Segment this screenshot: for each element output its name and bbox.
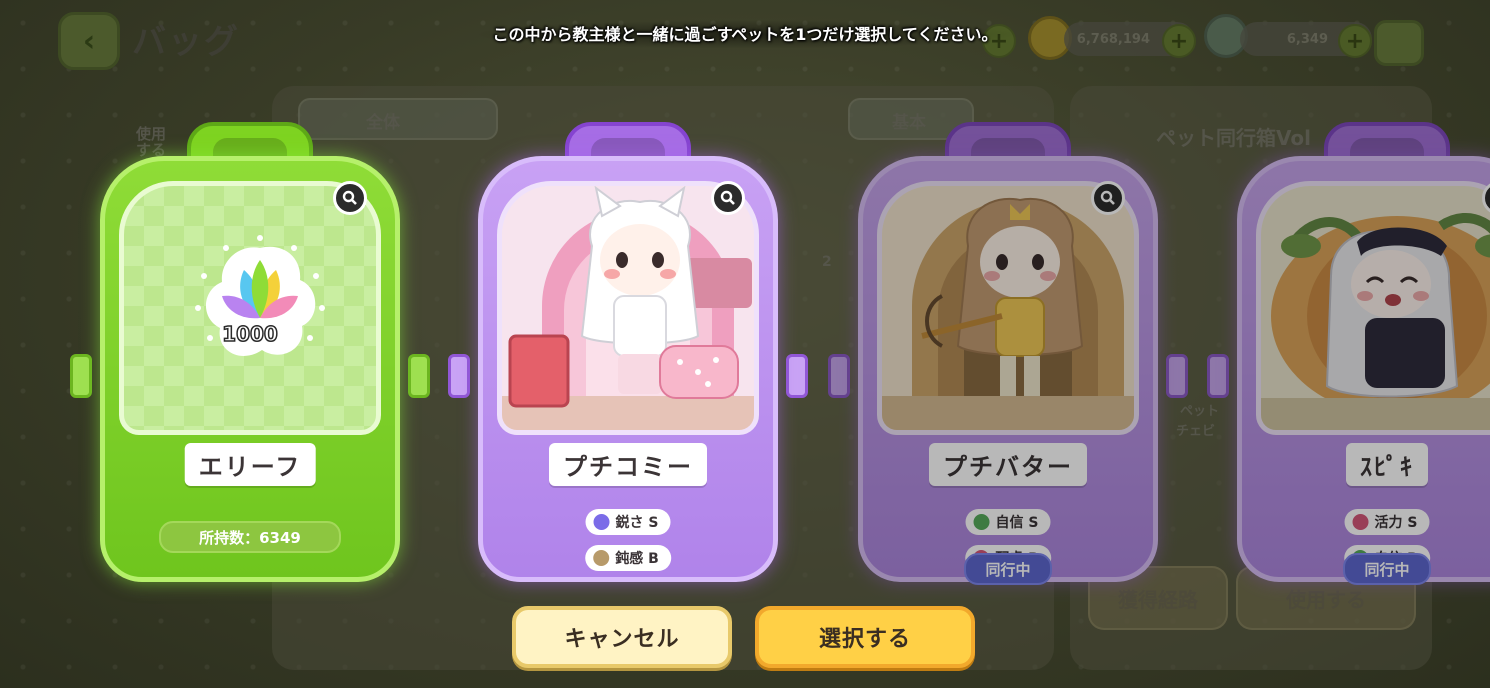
pet-name: プチバター	[929, 443, 1087, 486]
bag-clip-left	[70, 354, 92, 398]
pet-card-spiki[interactable]: ｽﾋﾟｷ 活力 S 自信 B 同行中	[1207, 122, 1490, 585]
stat-badge: 鋭さ S	[585, 509, 671, 535]
pet-window	[497, 181, 759, 435]
stat-badge: 自信 S	[965, 509, 1051, 535]
add-gold-button[interactable]: +	[1162, 24, 1196, 58]
eleaf-reward-graphic	[195, 235, 325, 356]
pet-card-eleaf[interactable]: 1000 エリーフ 所持数：6349	[70, 122, 430, 582]
zoom-button[interactable]	[711, 181, 745, 215]
pet-name: プチコミー	[549, 443, 707, 486]
vitality-icon	[1352, 514, 1369, 530]
zoom-button[interactable]	[1091, 181, 1125, 215]
add-crystal-button[interactable]: +	[1338, 24, 1372, 58]
bag-clip-right	[1166, 354, 1188, 398]
pet-name: エリーフ	[184, 443, 316, 486]
cancel-button[interactable]: キャンセル	[512, 606, 732, 668]
owned-count: 所持数：6349	[159, 521, 341, 553]
spiki-illustration	[1261, 186, 1490, 430]
page-title: バッグ	[132, 22, 240, 62]
petit-butter-illustration	[882, 186, 1134, 430]
side-text-2: チェビ	[1176, 424, 1216, 439]
bag-body: ｽﾋﾟｷ 活力 S 自信 B 同行中	[1237, 156, 1490, 585]
chevron-left-icon: ‹	[82, 23, 96, 59]
back-button[interactable]: ‹	[58, 12, 120, 70]
magnifier-icon	[720, 190, 735, 205]
bag-body: プチコミー 鋭さ S 鈍感 B	[478, 156, 778, 582]
pet-card-petit-butter[interactable]: プチバター 自信 S 配慮 B 同行中	[828, 122, 1188, 585]
reward-amount: 1000	[221, 321, 278, 347]
pet-window	[1256, 181, 1490, 435]
accompanying-badge: 同行中	[964, 553, 1052, 585]
petit-comi-illustration	[502, 186, 754, 430]
bag-clip-left	[448, 354, 470, 398]
bag-clip-left	[828, 354, 850, 398]
pet-window: 1000	[119, 181, 381, 435]
stat-badge: 活力 S	[1344, 509, 1430, 535]
zoom-button[interactable]	[333, 181, 367, 215]
bag-body: 1000 エリーフ 所持数：6349	[100, 156, 400, 582]
stat-badge: 鈍感 B	[585, 545, 671, 571]
selection-instruction: この中から教主様と一緒に過ごすペットを1つだけ選択してください。	[470, 20, 1020, 49]
pet-card-petit-comi[interactable]: プチコミー 鋭さ S 鈍感 B	[448, 122, 808, 582]
magnifier-icon	[1100, 190, 1115, 205]
pet-window	[877, 181, 1139, 435]
bag-clip-left	[1207, 354, 1229, 398]
insensitivity-icon	[593, 550, 610, 566]
bag-clip-right	[408, 354, 430, 398]
home-button[interactable]	[1374, 20, 1424, 66]
bag-body: プチバター 自信 S 配慮 B 同行中	[858, 156, 1158, 585]
sharpness-icon	[593, 514, 610, 530]
bag-clip-right	[786, 354, 808, 398]
pet-name: ｽﾋﾟｷ	[1346, 443, 1428, 486]
accompanying-badge: 同行中	[1343, 553, 1431, 585]
item-count: 2	[822, 254, 832, 270]
side-text-1: ペット	[1180, 404, 1220, 419]
confidence-icon	[973, 514, 990, 530]
select-button[interactable]: 選択する	[755, 606, 975, 668]
magnifier-icon	[342, 190, 357, 205]
